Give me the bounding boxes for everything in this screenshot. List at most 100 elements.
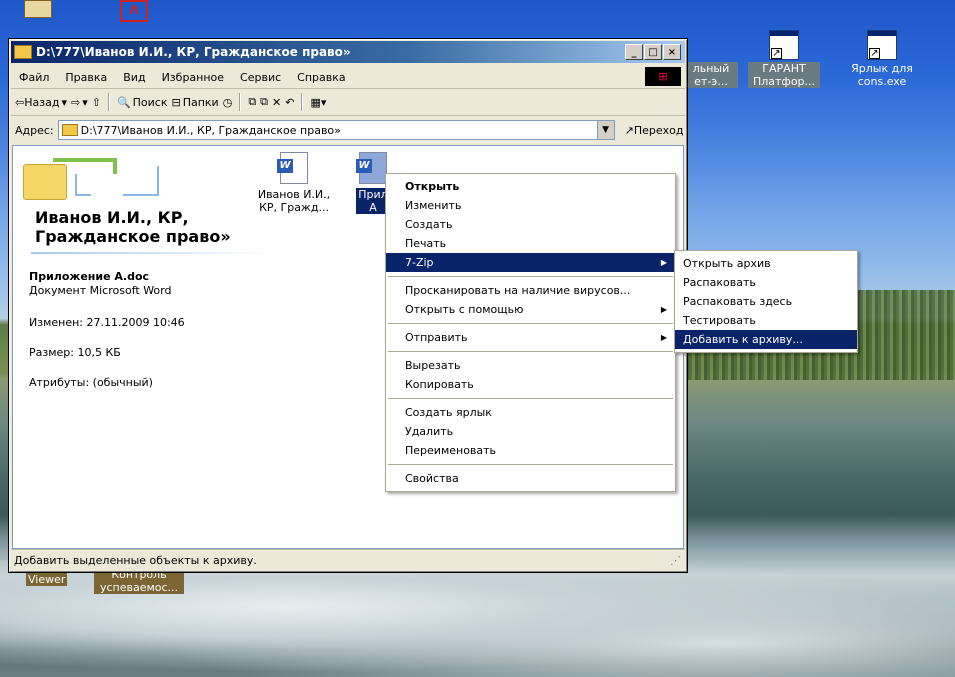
- context-menu-item[interactable]: Удалить: [386, 422, 675, 441]
- file-item-label: Иванов И.И., КР, Гражд...: [257, 188, 331, 214]
- maximize-button[interactable]: □: [644, 44, 662, 60]
- desktop-icon-top-red[interactable]: Λ: [120, 0, 148, 22]
- menu-file[interactable]: Файл: [11, 71, 57, 84]
- address-dropdown-button[interactable]: ▼: [596, 121, 614, 139]
- desktop-icon-partial[interactable]: льный ет-э...: [684, 30, 738, 88]
- undo-button[interactable]: ↶: [285, 96, 294, 109]
- copy-to-button[interactable]: ⧉: [260, 95, 268, 109]
- file-item[interactable]: W Иванов И.И., КР, Гражд...: [257, 152, 331, 214]
- toolbar-separator: [301, 93, 304, 111]
- menu-tools[interactable]: Сервис: [232, 71, 289, 84]
- menu-edit[interactable]: Правка: [57, 71, 115, 84]
- address-value: D:\777\Иванов И.И., КР, Гражданское прав…: [80, 123, 341, 137]
- context-menu-item[interactable]: Открыть с помощью ▶: [386, 300, 675, 319]
- search-button[interactable]: 🔍 Поиск: [117, 96, 168, 109]
- shortcut-icon: [769, 30, 799, 60]
- file-type: Документ Microsoft Word: [29, 284, 172, 297]
- folder-up-icon: ⇧: [91, 95, 101, 109]
- menu-item-label: Создать ярлык: [405, 406, 492, 419]
- menu-item-label: Добавить к архиву...: [683, 333, 803, 346]
- menu-favorites[interactable]: Избранное: [154, 71, 232, 84]
- search-icon: 🔍: [116, 95, 131, 109]
- back-label: ⇦Назад: [15, 95, 60, 109]
- submenu-item[interactable]: Тестировать: [675, 311, 857, 330]
- resize-grip-icon[interactable]: ⋰: [670, 554, 681, 567]
- desktop-icon-label: льный ет-э...: [684, 62, 738, 88]
- desktop-icon-cons[interactable]: Ярлык для cons.exe: [842, 30, 922, 88]
- context-menu-item[interactable]: Свойства: [386, 469, 675, 488]
- menu-separator: [388, 351, 673, 352]
- desktop-icon-label: Ярлык для cons.exe: [851, 62, 913, 88]
- folders-label: Папки: [182, 95, 219, 109]
- menu-item-label: Отправить: [405, 331, 468, 344]
- menu-item-label: Распаковать здесь: [683, 295, 793, 308]
- address-input[interactable]: D:\777\Иванов И.И., КР, Гражданское прав…: [57, 120, 615, 140]
- minimize-button[interactable]: _: [625, 44, 643, 60]
- history-icon: ◷: [222, 95, 233, 109]
- status-bar: Добавить выделенные объекты к архиву. ⋰: [11, 549, 685, 570]
- go-button[interactable]: ↗Переход: [625, 124, 684, 137]
- submenu-item[interactable]: Добавить к архиву...: [675, 330, 857, 349]
- submenu-item[interactable]: Распаковать здесь: [675, 292, 857, 311]
- context-menu-item[interactable]: Открыть: [386, 177, 675, 196]
- context-menu-item[interactable]: Отправить ▶: [386, 328, 675, 347]
- up-button[interactable]: ⇧: [92, 96, 101, 109]
- desktop-icon-top-left[interactable]: [24, 0, 52, 18]
- shortcut-icon: [24, 0, 52, 18]
- forward-button[interactable]: ⇨ ▾: [71, 96, 88, 109]
- folder-title: Иванов И.И., КР, Гражданское право»: [35, 208, 231, 246]
- close-button[interactable]: ×: [663, 44, 681, 60]
- submenu-arrow-icon: ▶: [660, 258, 667, 267]
- file-size: Размер: 10,5 КБ: [29, 346, 121, 359]
- menu-item-label: Открыть: [405, 180, 460, 193]
- toolbar-separator: [107, 93, 110, 111]
- context-menu-item[interactable]: Изменить: [386, 196, 675, 215]
- history-button[interactable]: ◷: [223, 96, 233, 109]
- submenu-item[interactable]: Открыть архив: [675, 254, 857, 273]
- menu-item-label: Открыть архив: [683, 257, 771, 270]
- copy-to-icon: ⧉: [260, 95, 269, 108]
- context-menu-item[interactable]: Просканировать на наличие вирусов...: [386, 281, 675, 300]
- context-menu-item[interactable]: 7-Zip ▶: [386, 253, 675, 272]
- context-menu-item[interactable]: Копировать: [386, 375, 675, 394]
- folder-icon: [61, 124, 78, 136]
- menu-view[interactable]: Вид: [115, 71, 153, 84]
- submenu-item[interactable]: Распаковать: [675, 273, 857, 292]
- context-menu-item[interactable]: Создать: [386, 215, 675, 234]
- title-divider: [31, 252, 271, 254]
- menu-separator: [388, 398, 673, 399]
- word-document-icon: W: [277, 152, 308, 184]
- delete-button[interactable]: ✕: [272, 96, 281, 109]
- menu-separator: [388, 323, 673, 324]
- go-label: Переход: [633, 123, 684, 137]
- context-menu-item[interactable]: Переименовать: [386, 441, 675, 460]
- delete-icon: ✕: [272, 95, 282, 109]
- submenu-arrow-icon: ▶: [660, 333, 667, 342]
- menu-help[interactable]: Справка: [289, 71, 353, 84]
- desktop-icon-label: Viewer: [26, 573, 68, 586]
- undo-icon: ↶: [285, 95, 295, 109]
- menu-item-label: Копировать: [405, 378, 474, 391]
- views-icon: ▦▾: [310, 95, 327, 109]
- folder-banner-icon: [23, 154, 163, 202]
- desktop-icon-garant[interactable]: ГАРАНТ Платфор...: [748, 30, 820, 88]
- document-icon: Λ: [120, 0, 148, 22]
- toolbar-separator: [239, 93, 242, 111]
- desktop-icon-label: ГАРАНТ Платфор...: [748, 62, 820, 88]
- menu-item-label: Переименовать: [405, 444, 497, 457]
- context-menu-item[interactable]: Вырезать: [386, 356, 675, 375]
- context-menu-item[interactable]: Печать: [386, 234, 675, 253]
- menu-separator: [388, 464, 673, 465]
- menu-separator: [388, 276, 673, 277]
- menu-item-label: Создать: [405, 218, 453, 231]
- move-to-icon: ⧉: [248, 95, 257, 108]
- views-button[interactable]: ▦▾: [310, 96, 326, 109]
- desktop-icon-viewer[interactable]: Viewer: [26, 573, 68, 586]
- context-menu-item[interactable]: Создать ярлык: [386, 403, 675, 422]
- move-to-button[interactable]: ⧉: [248, 95, 256, 109]
- folders-icon: ⊟: [171, 95, 181, 109]
- back-button[interactable]: ⇦Назад ▾: [15, 96, 67, 109]
- folders-button[interactable]: ⊟ Папки: [171, 96, 218, 109]
- title-bar[interactable]: D:\777\Иванов И.И., КР, Гражданское прав…: [11, 41, 685, 63]
- menu-item-label: Просканировать на наличие вирусов...: [405, 284, 631, 297]
